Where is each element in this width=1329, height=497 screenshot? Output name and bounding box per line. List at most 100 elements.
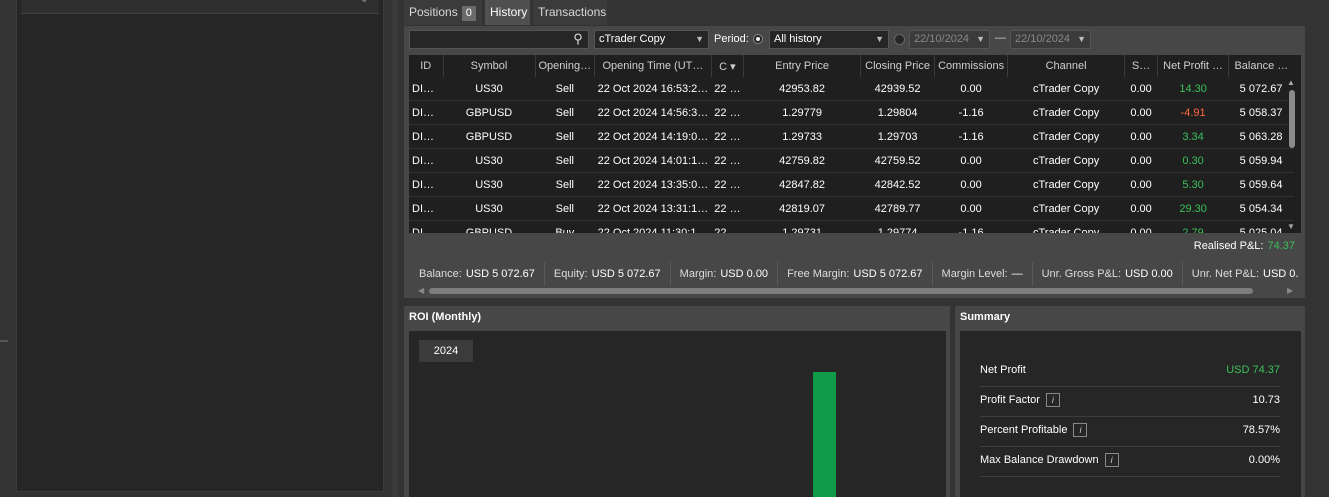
date-to-value: 22/10/2024 — [1015, 33, 1071, 45]
table-cell: DI… — [409, 196, 443, 221]
scroll-down-arrow-icon[interactable]: ▼ — [1287, 222, 1295, 231]
table-cell: 1.29731 — [743, 220, 861, 233]
left-top-strip — [21, 0, 379, 14]
tab-positions[interactable]: Positions 0 — [404, 0, 482, 25]
table-cell: -1.16 — [934, 100, 1008, 125]
table-vertical-scrollbar[interactable] — [1289, 90, 1295, 148]
table-cell: 0.00 — [1124, 100, 1158, 125]
tab-transactions[interactable]: Transactions — [533, 0, 607, 25]
scroll-left-arrow-icon[interactable]: ◀ — [418, 286, 424, 295]
table-cell: 0.00 — [1124, 124, 1158, 149]
account-metric-value: USD 0.00 — [1125, 268, 1173, 280]
table-cell: -1.16 — [934, 220, 1008, 233]
search-input[interactable] — [409, 30, 589, 49]
table-row[interactable]: DI… GBPUSD Sell 22 Oct 2024 14:19:0… 22 … 1.2… — [409, 124, 1294, 149]
channel-select[interactable]: cTrader Copy ▼ — [594, 30, 709, 49]
column-header[interactable]: Channel — [1007, 55, 1125, 77]
table-cell: 0.00 — [1124, 196, 1158, 221]
table-row[interactable]: DI… GBPUSD Sell 22 Oct 2024 14:56:3… 22 … 1.2… — [409, 100, 1294, 125]
summary-row: Percent Profitable i 78.57% — [980, 416, 1280, 447]
roi-year-button[interactable]: 2024 — [419, 340, 473, 362]
summary-row-value: 0.00% — [1248, 454, 1280, 466]
period-range-radio[interactable] — [894, 34, 905, 45]
date-to-picker[interactable]: 22/10/2024 ▼ — [1010, 30, 1091, 49]
column-header[interactable]: S… — [1124, 55, 1158, 77]
table-cell: cTrader Copy — [1007, 220, 1125, 233]
tab-history[interactable]: History — [485, 0, 530, 25]
table-cell: cTrader Copy — [1007, 172, 1125, 197]
table-cell: 0.00 — [1124, 220, 1158, 233]
summary-row: Max Balance Drawdown i 0.00% — [980, 446, 1280, 477]
column-header[interactable]: Balance … — [1228, 55, 1294, 77]
table-cell: 22 … — [711, 148, 744, 173]
column-header[interactable]: Net Profit … — [1157, 55, 1229, 77]
info-icon[interactable]: i — [1073, 423, 1088, 438]
history-table: ID Symbol Opening… Opening Time (UT… C ▾ Entr… — [409, 55, 1301, 233]
date-from-picker[interactable]: 22/10/2024 ▼ — [909, 30, 990, 49]
column-header[interactable]: Opening… — [534, 55, 595, 77]
table-cell: 1.29779 — [743, 100, 861, 125]
table-row[interactable]: DI… US30 Sell 22 Oct 2024 13:31:1… 22 … 42819… — [409, 196, 1294, 221]
table-cell: 22 Oct 2024 14:56:3… — [594, 100, 712, 125]
column-header[interactable]: C ▾ — [710, 55, 744, 77]
table-cell: Sell — [535, 148, 595, 173]
table-cell: DI… — [409, 100, 443, 125]
account-metric-value: USD 5 072.67 — [853, 268, 923, 280]
table-cell: Buy — [535, 220, 595, 233]
table-cell: GBPUSD — [443, 220, 535, 233]
summary-row-value: 78.57% — [1242, 424, 1280, 436]
table-cell: 14.30 — [1157, 77, 1229, 101]
table-cell: 1.29733 — [743, 124, 861, 149]
table-cell: 22 Oct 2024 14:19:0… — [594, 124, 712, 149]
account-metric-label: Free Margin: — [787, 268, 850, 280]
table-cell: 22 … — [711, 220, 744, 233]
account-metric-value: USD 5 072.67 — [465, 268, 535, 280]
table-row[interactable]: DI… US30 Sell 22 Oct 2024 13:35:0… 22 … 42847… — [409, 172, 1294, 197]
table-cell: 5 025.04 — [1228, 220, 1294, 233]
search-icon[interactable]: ⚲ — [570, 31, 586, 47]
column-header[interactable]: Symbol — [442, 55, 535, 77]
column-header[interactable]: Closing Price — [860, 55, 935, 77]
chevron-down-icon: ▼ — [1077, 34, 1086, 44]
table-cell: 5 059.64 — [1228, 172, 1294, 197]
table-cell: 29.30 — [1157, 196, 1229, 221]
column-header[interactable]: ID — [409, 55, 443, 77]
column-header[interactable]: Entry Price — [743, 55, 861, 77]
table-cell: DI… — [409, 124, 443, 149]
table-row[interactable]: DI… US30 Sell 22 Oct 2024 14:01:1… 22 … 42759… — [409, 148, 1294, 173]
column-header[interactable]: Commissions — [934, 55, 1008, 77]
table-row[interactable]: DI… US30 Sell 22 Oct 2024 16:53:2… 22 … 42953… — [409, 77, 1294, 101]
scroll-right-arrow-icon[interactable]: ▶ — [1287, 286, 1293, 295]
table-cell: 1.29804 — [860, 100, 935, 125]
info-icon[interactable]: i — [1045, 393, 1060, 408]
period-history-radio[interactable] — [753, 34, 763, 44]
summary-title: Summary — [960, 311, 1011, 323]
column-header[interactable]: Opening Time (UT… — [594, 55, 712, 77]
scroll-up-arrow-icon[interactable]: ▲ — [1287, 78, 1295, 87]
table-cell: 1.29703 — [860, 124, 935, 149]
table-cell: 0.00 — [1124, 148, 1158, 173]
realised-pnl-value: 74.37 — [1267, 240, 1295, 252]
summary-row-label-wrap: Net Profit — [980, 356, 1026, 384]
table-cell: 22 … — [711, 100, 744, 125]
table-cell: 5 059.94 — [1228, 148, 1294, 173]
account-metric-value: USD 5 072.67 — [591, 268, 661, 280]
channel-select-value: cTrader Copy — [599, 33, 666, 45]
table-cell: 0.00 — [934, 196, 1008, 221]
chevron-down-icon[interactable]: ⌄ — [360, 0, 370, 5]
period-select[interactable]: All history ▼ — [769, 30, 889, 49]
table-cell: 22 … — [711, 172, 744, 197]
table-cell: Sell — [535, 77, 595, 101]
table-cell: 42847.82 — [743, 172, 861, 197]
account-bar-horizontal-scrollbar[interactable] — [429, 288, 1253, 294]
table-row[interactable]: DI… GBPUSD Buy 22 Oct 2024 11:30:1… 22 … 1.29… — [409, 220, 1294, 233]
table-cell: 5 054.34 — [1228, 196, 1294, 221]
table-cell: 42759.82 — [743, 148, 861, 173]
info-icon[interactable]: i — [1104, 453, 1119, 468]
left-edge-marker — [0, 340, 8, 342]
table-cell: 42939.52 — [860, 77, 935, 101]
table-cell: cTrader Copy — [1007, 148, 1125, 173]
tab-positions-label: Positions — [409, 5, 458, 19]
account-metric-value: — — [1011, 268, 1023, 280]
table-cell: 22 Oct 2024 14:01:1… — [594, 148, 712, 173]
